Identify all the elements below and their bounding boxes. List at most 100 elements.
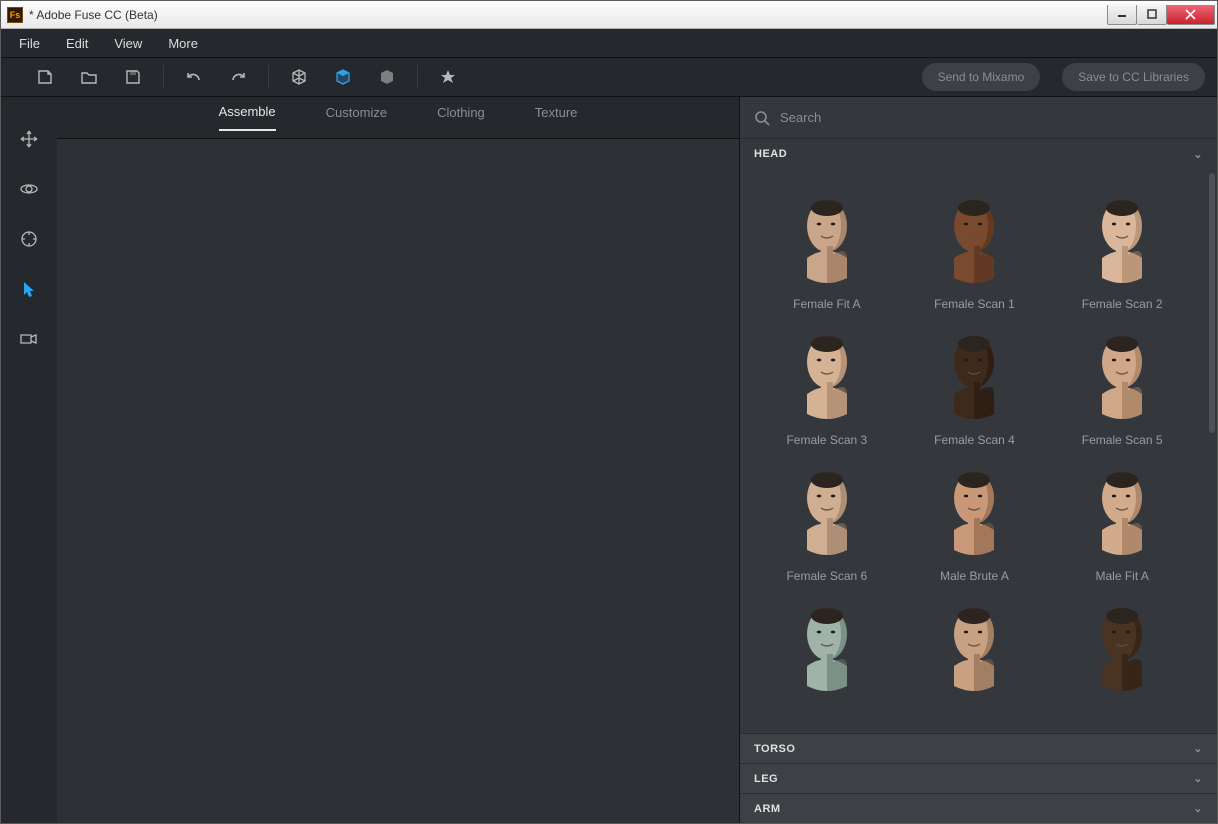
app-icon: Fs xyxy=(7,7,23,23)
toolbar-redo-button[interactable] xyxy=(222,61,254,93)
chevron-down-icon: ⌄ xyxy=(1193,742,1203,755)
asset-item[interactable]: Female Fit A xyxy=(756,181,898,311)
category-arm[interactable]: ARM ⌄ xyxy=(740,793,1217,823)
asset-label: Female Fit A xyxy=(793,297,860,311)
category-head[interactable]: HEAD ⌄ xyxy=(740,139,1217,169)
asset-item[interactable]: Female Scan 5 xyxy=(1051,317,1193,447)
head-thumb-icon xyxy=(938,190,1010,286)
toolbar-undo-button[interactable] xyxy=(178,61,210,93)
window-title: * Adobe Fuse CC (Beta) xyxy=(29,8,1107,22)
menu-edit[interactable]: Edit xyxy=(56,32,98,55)
head-thumb-icon xyxy=(1086,462,1158,558)
separator xyxy=(268,65,269,89)
search-input[interactable] xyxy=(780,110,1203,125)
cube-solid-icon xyxy=(378,68,396,86)
head-thumb-icon xyxy=(791,326,863,422)
asset-item[interactable] xyxy=(904,589,1046,705)
head-thumb-icon xyxy=(1086,598,1158,694)
category-label: ARM xyxy=(754,803,781,815)
asset-scroll[interactable]: Female Fit A Female Scan 1 Female Scan 2 xyxy=(740,169,1217,733)
category-leg[interactable]: LEG ⌄ xyxy=(740,763,1217,793)
asset-item[interactable]: Female Scan 3 xyxy=(756,317,898,447)
asset-item[interactable]: Female Scan 1 xyxy=(904,181,1046,311)
head-thumb-icon xyxy=(791,462,863,558)
menu-more[interactable]: More xyxy=(158,32,208,55)
save-icon xyxy=(124,68,142,86)
category-torso[interactable]: TORSO ⌄ xyxy=(740,733,1217,763)
minimize-icon xyxy=(1117,9,1127,19)
menu-file[interactable]: File xyxy=(9,32,50,55)
asset-label: Female Scan 5 xyxy=(1082,433,1163,447)
window-close-button[interactable] xyxy=(1167,5,1215,25)
category-label: HEAD xyxy=(754,148,787,160)
separator xyxy=(417,65,418,89)
asset-label: Female Scan 6 xyxy=(786,569,867,583)
head-thumb-icon xyxy=(1086,190,1158,286)
undo-icon xyxy=(185,68,203,86)
star-icon xyxy=(439,68,457,86)
asset-item[interactable]: Male Brute A xyxy=(904,453,1046,583)
toolbar-cube-solid-button[interactable] xyxy=(371,61,403,93)
titlebar: Fs * Adobe Fuse CC (Beta) xyxy=(1,1,1217,29)
camera-icon xyxy=(19,331,39,347)
tool-pointer[interactable] xyxy=(15,275,43,303)
head-thumb-icon xyxy=(1086,326,1158,422)
asset-label: Female Scan 3 xyxy=(786,433,867,447)
cube-wire-icon xyxy=(290,68,308,86)
folder-icon xyxy=(80,68,98,86)
send-to-mixamo-button[interactable]: Send to Mixamo xyxy=(922,63,1041,91)
asset-label: Male Brute A xyxy=(940,569,1009,583)
toolbar-cube-wire-button[interactable] xyxy=(283,61,315,93)
head-thumb-icon xyxy=(791,598,863,694)
asset-item[interactable]: Female Scan 6 xyxy=(756,453,898,583)
asset-label: Female Scan 1 xyxy=(934,297,1015,311)
tool-orbit[interactable] xyxy=(15,175,43,203)
head-thumb-icon xyxy=(938,326,1010,422)
tab-assemble[interactable]: Assemble xyxy=(219,104,276,131)
toolbar-open-button[interactable] xyxy=(73,61,105,93)
close-icon xyxy=(1185,9,1196,20)
asset-item[interactable]: Female Scan 4 xyxy=(904,317,1046,447)
asset-label: Female Scan 2 xyxy=(1082,297,1163,311)
chevron-down-icon: ⌄ xyxy=(1193,148,1203,161)
toolbar-new-button[interactable] xyxy=(29,61,61,93)
viewport-3d[interactable] xyxy=(57,139,739,823)
tool-move[interactable] xyxy=(15,125,43,153)
head-thumb-icon xyxy=(938,598,1010,694)
tab-customize[interactable]: Customize xyxy=(326,105,387,130)
save-to-libraries-button[interactable]: Save to CC Libraries xyxy=(1062,63,1205,91)
asset-item[interactable] xyxy=(756,589,898,705)
scrollbar-thumb[interactable] xyxy=(1209,173,1215,433)
asset-item[interactable]: Female Scan 2 xyxy=(1051,181,1193,311)
tool-camera[interactable] xyxy=(15,325,43,353)
asset-panel: HEAD ⌄ Female Fit A Female Scan 1 xyxy=(739,97,1217,823)
window-minimize-button[interactable] xyxy=(1107,5,1137,25)
tab-texture[interactable]: Texture xyxy=(535,105,578,130)
asset-label: Male Fit A xyxy=(1095,569,1148,583)
search-icon xyxy=(754,110,770,126)
tab-clothing[interactable]: Clothing xyxy=(437,105,485,130)
cube-shaded-icon xyxy=(334,68,352,86)
maximize-icon xyxy=(1147,9,1157,19)
move-icon xyxy=(20,130,38,148)
toolbar-favorite-button[interactable] xyxy=(432,61,464,93)
toolbar-save-button[interactable] xyxy=(117,61,149,93)
toolbar-cube-shaded-button[interactable] xyxy=(327,61,359,93)
window-maximize-button[interactable] xyxy=(1137,5,1167,25)
asset-item[interactable] xyxy=(1051,589,1193,705)
chevron-down-icon: ⌄ xyxy=(1193,802,1203,815)
separator xyxy=(163,65,164,89)
tool-target[interactable] xyxy=(15,225,43,253)
pointer-icon xyxy=(21,280,37,298)
menubar: File Edit View More xyxy=(1,29,1217,57)
menu-view[interactable]: View xyxy=(104,32,152,55)
redo-icon xyxy=(229,68,247,86)
head-thumb-icon xyxy=(938,462,1010,558)
new-file-icon xyxy=(36,68,54,86)
head-thumb-icon xyxy=(791,190,863,286)
left-toolstrip xyxy=(1,97,57,823)
category-label: TORSO xyxy=(754,743,795,755)
toolbar: Send to Mixamo Save to CC Libraries xyxy=(1,57,1217,97)
orbit-icon xyxy=(19,180,39,198)
asset-item[interactable]: Male Fit A xyxy=(1051,453,1193,583)
